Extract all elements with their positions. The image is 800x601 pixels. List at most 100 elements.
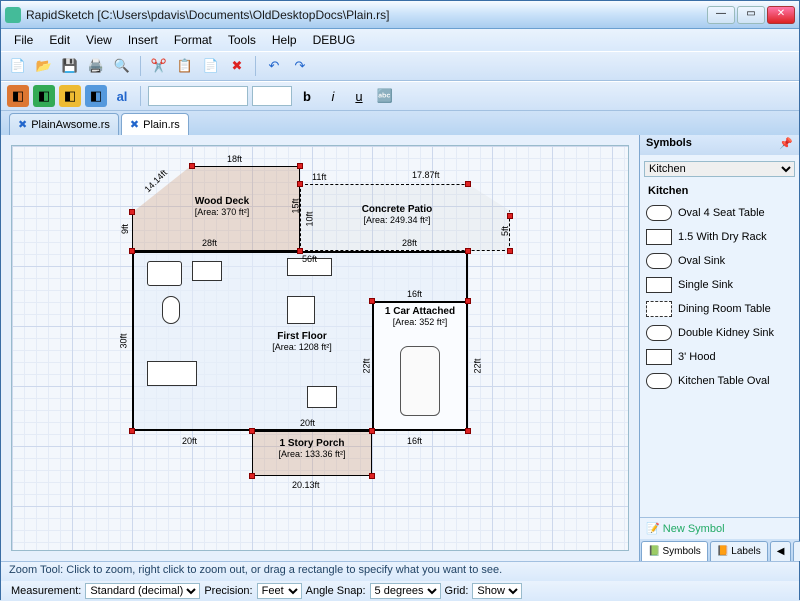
dimension: 18ft <box>227 154 242 164</box>
vertex-handle[interactable] <box>465 181 471 187</box>
measurement-select[interactable]: Standard (decimal) <box>85 583 200 599</box>
measurement-label: Measurement: <box>11 585 81 597</box>
furniture-item <box>147 361 197 386</box>
app-icon <box>5 7 21 23</box>
vertex-handle[interactable] <box>129 248 135 254</box>
underline-icon[interactable]: u <box>348 85 370 107</box>
symbol-item[interactable]: Dining Room Table <box>644 297 795 321</box>
vertex-handle[interactable] <box>465 428 471 434</box>
side-tab-labels[interactable]: 📙Labels <box>710 541 768 561</box>
menu-file[interactable]: File <box>7 31 40 49</box>
symbol-item[interactable]: Oval Sink <box>644 249 795 273</box>
paste-icon[interactable]: 📄 <box>200 55 222 77</box>
color4-icon[interactable]: ◧ <box>85 85 107 107</box>
vertex-handle[interactable] <box>465 298 471 304</box>
menu-edit[interactable]: Edit <box>42 31 77 49</box>
canvas-wrap: Wood Deck[Area: 370 ft²] Concrete Patio[… <box>1 135 639 561</box>
symbol-item[interactable]: Oval 4 Seat Table <box>644 201 795 225</box>
font-color-icon[interactable]: 🔤 <box>374 85 396 107</box>
title-bar: RapidSketch [C:\Users\pdavis\Documents\O… <box>1 1 799 29</box>
vertex-handle[interactable] <box>189 163 195 169</box>
copy-icon[interactable]: 📋 <box>174 55 196 77</box>
symbol-list: Oval 4 Seat Table 1.5 With Dry Rack Oval… <box>640 201 799 517</box>
menu-tools[interactable]: Tools <box>221 31 263 49</box>
tab-plain[interactable]: ✖Plain.rs <box>121 113 189 135</box>
vertex-handle[interactable] <box>369 428 375 434</box>
anglesnap-select[interactable]: 5 degrees <box>370 583 441 599</box>
bold-icon[interactable]: b <box>296 85 318 107</box>
furniture-item <box>147 261 182 286</box>
new-symbol-link[interactable]: 📝 New Symbol <box>640 518 799 539</box>
car-symbol <box>400 346 440 416</box>
vertex-handle[interactable] <box>297 163 303 169</box>
symbol-item[interactable]: Kitchen Table Oval <box>644 369 795 393</box>
font-size-input[interactable] <box>252 86 292 106</box>
vertex-handle[interactable] <box>249 473 255 479</box>
anglesnap-label: Angle Snap: <box>306 585 366 597</box>
font-family-input[interactable] <box>148 86 248 106</box>
porch-label: 1 Story Porch[Area: 133.36 ft²] <box>252 438 372 459</box>
symbols-panel: Symbols📌 Kitchen Kitchen Oval 4 Seat Tab… <box>639 135 799 561</box>
main-area: Wood Deck[Area: 370 ft²] Concrete Patio[… <box>1 135 799 561</box>
delete-icon[interactable]: ✖ <box>226 55 248 77</box>
dimension: 16ft <box>407 436 422 446</box>
color1-icon[interactable]: ◧ <box>7 85 29 107</box>
close-button[interactable]: ✕ <box>767 6 795 24</box>
vertex-handle[interactable] <box>249 428 255 434</box>
furniture-item <box>307 386 337 408</box>
vertex-handle[interactable] <box>369 298 375 304</box>
scroll-left-icon[interactable]: ◀ <box>770 541 792 561</box>
preview-icon[interactable]: 🔍 <box>111 55 133 77</box>
dimension: 9ft <box>120 224 130 234</box>
category-select[interactable]: Kitchen <box>644 161 795 177</box>
new-icon[interactable]: 📄 <box>7 55 29 77</box>
minimize-button[interactable]: — <box>707 6 735 24</box>
menu-insert[interactable]: Insert <box>121 31 165 49</box>
dimension: 56ft <box>302 254 317 264</box>
concrete-patio-label: Concrete Patio[Area: 249.34 ft²] <box>322 204 472 225</box>
italic-icon[interactable]: i <box>322 85 344 107</box>
tab-plainawsome[interactable]: ✖PlainAwsome.rs <box>9 113 119 135</box>
open-icon[interactable]: 📂 <box>33 55 55 77</box>
menu-help[interactable]: Help <box>265 31 304 49</box>
vertex-handle[interactable] <box>465 248 471 254</box>
vertex-handle[interactable] <box>507 213 513 219</box>
side-tab-symbols[interactable]: 📗Symbols <box>641 541 708 561</box>
vertex-handle[interactable] <box>129 428 135 434</box>
save-icon[interactable]: 💾 <box>59 55 81 77</box>
menu-format[interactable]: Format <box>167 31 219 49</box>
text-label-icon[interactable]: al <box>111 85 133 107</box>
vertex-handle[interactable] <box>507 248 513 254</box>
symbol-item[interactable]: 3' Hood <box>644 345 795 369</box>
symbol-item[interactable]: Double Kidney Sink <box>644 321 795 345</box>
vertex-handle[interactable] <box>129 209 135 215</box>
grid-select[interactable]: Show <box>472 583 522 599</box>
dimension: 16ft <box>407 289 422 299</box>
color3-icon[interactable]: ◧ <box>59 85 81 107</box>
vertex-handle[interactable] <box>297 181 303 187</box>
vertex-handle[interactable] <box>369 473 375 479</box>
symbol-item[interactable]: 1.5 With Dry Rack <box>644 225 795 249</box>
precision-select[interactable]: Feet <box>257 583 302 599</box>
dimension: 22ft <box>473 358 483 373</box>
maximize-button[interactable]: ▭ <box>737 6 765 24</box>
print-icon[interactable]: 🖨️ <box>85 55 107 77</box>
color2-icon[interactable]: ◧ <box>33 85 55 107</box>
furniture-item <box>192 261 222 281</box>
pin-icon[interactable]: 📌 <box>779 137 793 153</box>
menu-debug[interactable]: DEBUG <box>306 31 363 49</box>
first-floor-label: First Floor[Area: 1208 ft²] <box>242 331 362 352</box>
drawing-canvas[interactable]: Wood Deck[Area: 370 ft²] Concrete Patio[… <box>11 145 629 551</box>
cut-icon[interactable]: ✂️ <box>148 55 170 77</box>
scroll-right-icon[interactable]: ▶ <box>793 541 800 561</box>
dimension: 28ft <box>402 238 417 248</box>
document-tabs: ✖PlainAwsome.rs ✖Plain.rs <box>1 111 799 135</box>
menu-view[interactable]: View <box>79 31 119 49</box>
symbol-item[interactable]: Single Sink <box>644 273 795 297</box>
undo-icon[interactable]: ↶ <box>263 55 285 77</box>
dimension: 28ft <box>202 238 217 248</box>
tab-label: Plain.rs <box>143 119 180 131</box>
redo-icon[interactable]: ↷ <box>289 55 311 77</box>
furniture-item <box>287 296 315 324</box>
dimension: 20ft <box>300 418 315 428</box>
